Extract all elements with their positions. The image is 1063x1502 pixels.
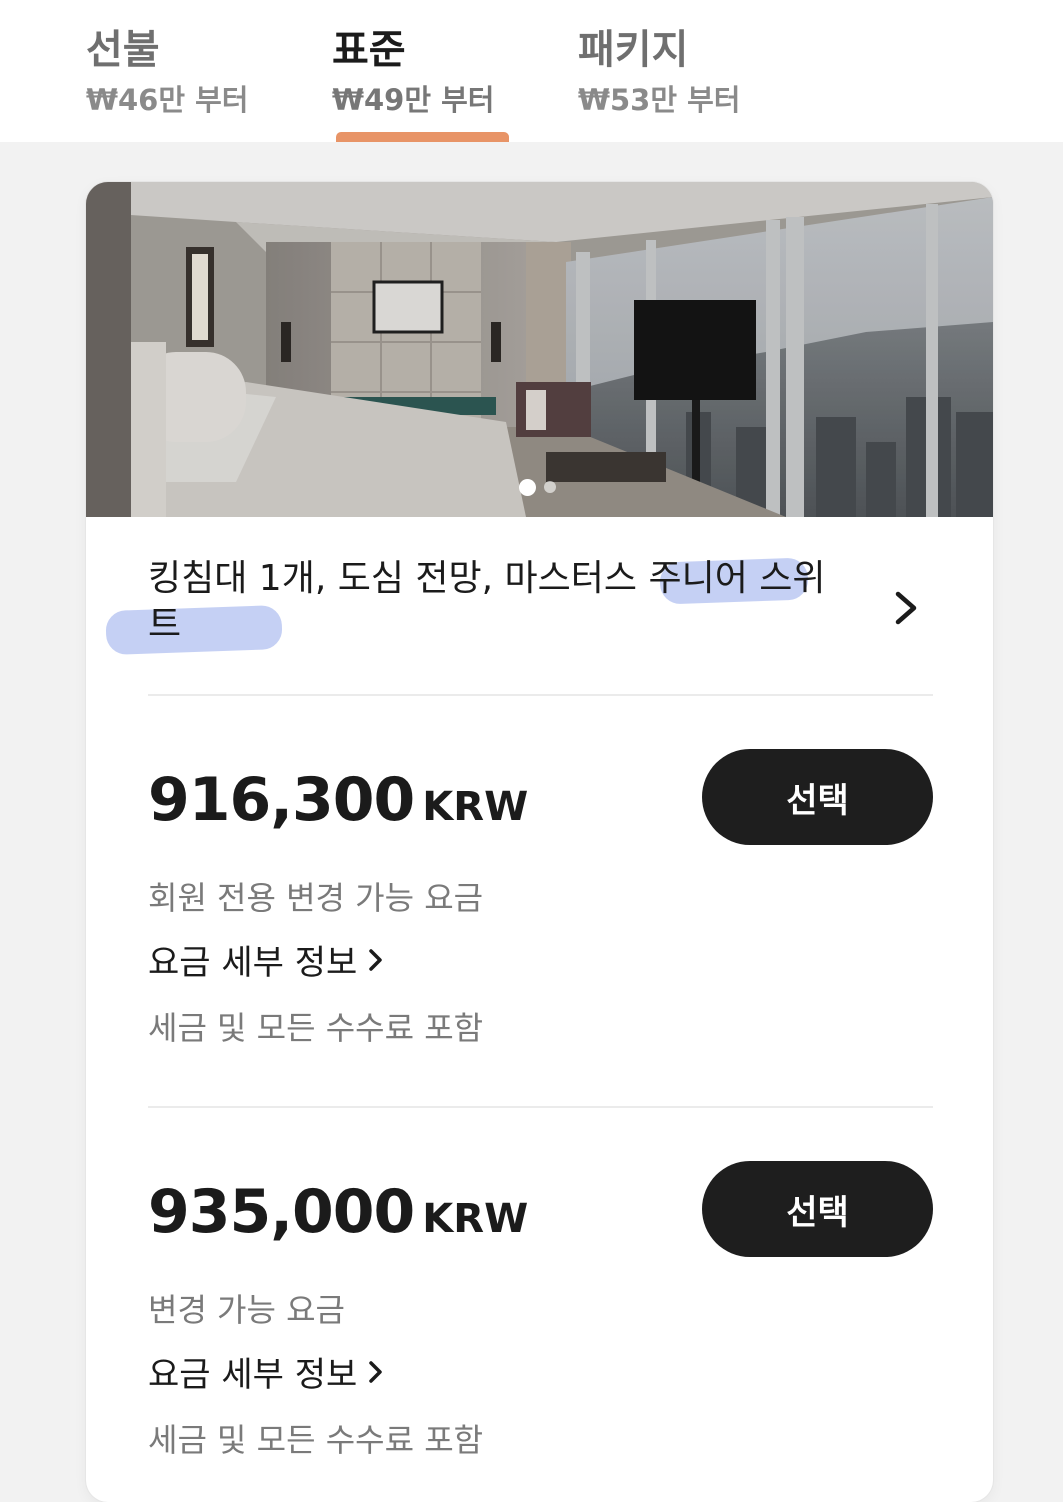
carousel-dot-active[interactable] xyxy=(519,478,536,496)
tax-note: 세금 및 모든 수수료 포함 xyxy=(148,1421,484,1459)
select-button[interactable]: 선택 xyxy=(702,749,933,845)
tab-label: 선불 xyxy=(86,27,160,73)
price: 935,000 KRW xyxy=(148,1177,528,1247)
chevron-right-icon[interactable] xyxy=(888,586,924,630)
tab-label: 표준 xyxy=(332,27,406,73)
tab-label: 패키지 xyxy=(578,27,689,73)
chevron-right-icon xyxy=(369,1360,383,1383)
rate-details-link[interactable]: 요금 세부 정보 xyxy=(148,1347,385,1396)
rate-details-link[interactable]: 요금 세부 정보 xyxy=(148,935,385,984)
price-amount: 916,300 xyxy=(148,765,415,835)
carousel-dot[interactable] xyxy=(544,481,556,493)
rate-details-label: 요금 세부 정보 xyxy=(148,1355,358,1395)
rate-option: 916,300 KRW 선택 회원 전용 변경 가능 요금 요금 세부 정보 세금… xyxy=(148,749,933,1109)
divider xyxy=(148,1106,933,1108)
room-title-link[interactable]: 킹침대 1개, 도심 전망, 마스터스 주니어 스위트 xyxy=(105,556,933,666)
tab-price: ₩53만 부터 xyxy=(578,83,741,117)
rate-category-tabs: 선불 ₩46만 부터 표준 ₩49만 부터 패키지 ₩53만 부터 xyxy=(0,0,1063,142)
carousel-dots xyxy=(519,477,556,497)
rate-option: 935,000 KRW 선택 변경 가능 요금 요금 세부 정보 세금 및 모든 … xyxy=(148,1161,933,1502)
rate-details-label: 요금 세부 정보 xyxy=(148,943,358,983)
price-currency: KRW xyxy=(422,784,529,830)
room-card: 킹침대 1개, 도심 전망, 마스터스 주니어 스위트 916,300 KRW 선… xyxy=(86,182,993,1502)
tab-standard[interactable]: 표준 ₩49만 부터 xyxy=(332,22,494,122)
chevron-right-icon xyxy=(369,948,383,971)
price-amount: 935,000 xyxy=(148,1177,415,1247)
room-title: 킹침대 1개, 도심 전망, 마스터스 주니어 스위트 xyxy=(148,558,826,645)
tax-note: 세금 및 모든 수수료 포함 xyxy=(148,1009,484,1047)
price-currency: KRW xyxy=(422,1196,529,1242)
tab-price: ₩49만 부터 xyxy=(332,83,495,117)
hotel-room-photo xyxy=(86,182,993,517)
price: 916,300 KRW xyxy=(148,765,528,835)
room-photo-carousel[interactable] xyxy=(86,182,993,517)
tab-package[interactable]: 패키지 ₩53만 부터 xyxy=(578,22,740,122)
divider xyxy=(148,694,933,696)
active-tab-indicator xyxy=(336,132,509,142)
rate-type: 회원 전용 변경 가능 요금 xyxy=(148,879,484,917)
tab-prepaid[interactable]: 선불 ₩46만 부터 xyxy=(86,22,248,122)
tab-price: ₩46만 부터 xyxy=(86,83,249,117)
rate-type: 변경 가능 요금 xyxy=(148,1291,345,1329)
select-button[interactable]: 선택 xyxy=(702,1161,933,1257)
